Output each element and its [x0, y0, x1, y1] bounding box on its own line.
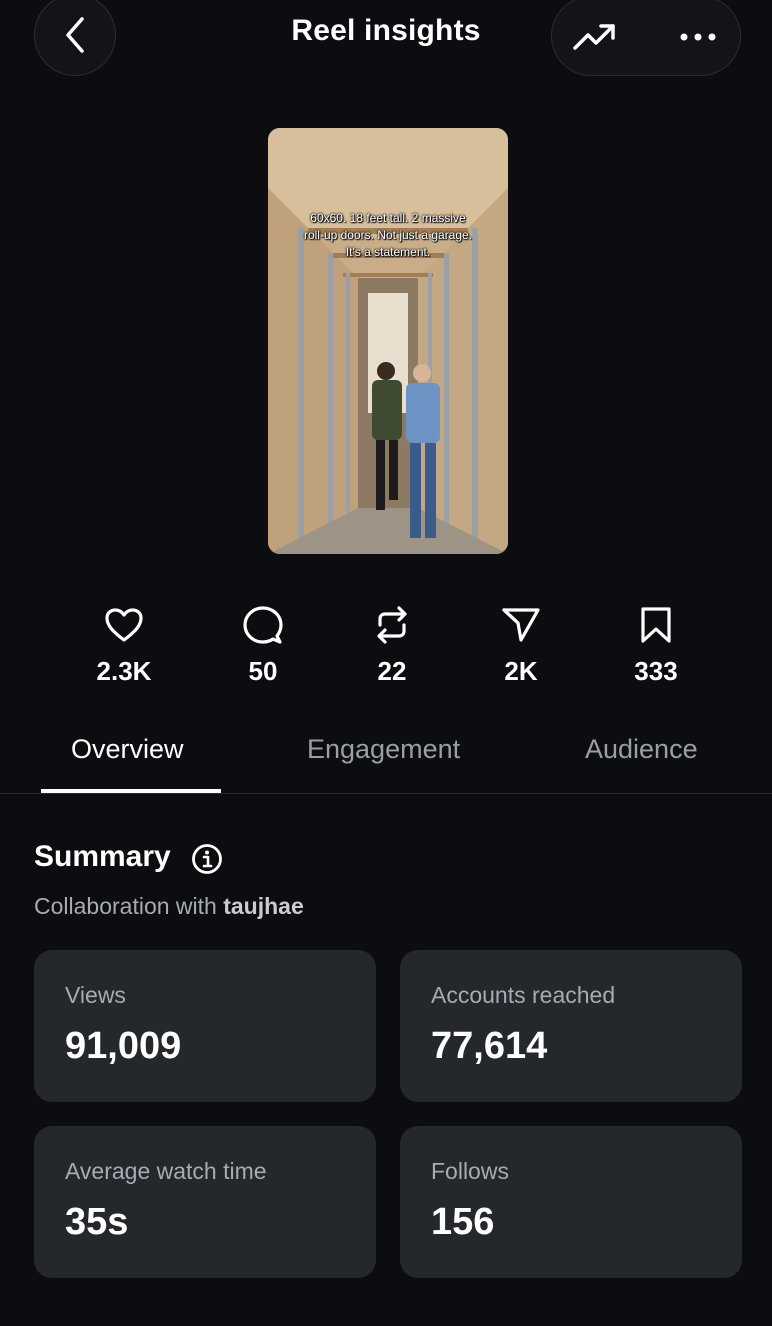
reel-caption-line: It's a statement. [345, 245, 431, 259]
metric-card-follows[interactable]: Follows 156 [400, 1126, 742, 1278]
reel-thumbnail[interactable]: 60x60. 18 feet tall. 2 massive roll-up d… [268, 128, 508, 554]
likes-count: 2.3K [96, 656, 152, 686]
metric-value: 77,614 [431, 1025, 548, 1067]
reel-caption-line: roll-up doors. Not just a garage. [303, 228, 473, 242]
reposts-count: 22 [377, 656, 407, 686]
likes-stat[interactable]: 2.3K [69, 600, 179, 687]
bookmark-icon [641, 607, 671, 643]
info-icon[interactable] [191, 843, 223, 875]
metric-label: Accounts reached [431, 982, 616, 1008]
collaboration-text: Collaboration with taujhae [34, 893, 304, 920]
collaborator-username[interactable]: taujhae [223, 893, 304, 919]
top-bar: Reel insights [0, 0, 772, 90]
reposts-stat[interactable]: 22 [337, 600, 447, 687]
reel-caption-line: 60x60. 18 feet tall. 2 massive [310, 211, 466, 225]
share-icon [502, 608, 540, 642]
metric-card-views[interactable]: Views 91,009 [34, 950, 376, 1102]
engagement-stats: 2.3K 50 22 2K 333 [0, 600, 772, 700]
reel-thumbnail-image [268, 128, 508, 554]
insights-tabs: Overview Engagement Audience [0, 720, 772, 794]
shares-count: 2K [504, 656, 538, 686]
collaboration-prefix: Collaboration with [34, 893, 217, 919]
tab-overview[interactable]: Overview [71, 734, 184, 765]
comment-icon [243, 606, 283, 644]
tab-audience[interactable]: Audience [585, 734, 698, 765]
comments-count: 50 [248, 656, 278, 686]
saves-stat[interactable]: 333 [601, 600, 711, 687]
trending-button[interactable] [573, 15, 617, 59]
header-actions [551, 0, 741, 76]
metric-value: 91,009 [65, 1025, 182, 1067]
metric-card-average-watch-time[interactable]: Average watch time 35s [34, 1126, 376, 1278]
heart-icon [105, 608, 143, 642]
metric-label: Follows [431, 1158, 509, 1184]
summary-title: Summary [34, 840, 171, 873]
saves-count: 333 [634, 656, 678, 686]
metric-card-accounts-reached[interactable]: Accounts reached 77,614 [400, 950, 742, 1102]
metric-label: Views [65, 982, 126, 1008]
repost-icon [377, 606, 407, 644]
more-horizontal-icon [680, 33, 716, 41]
active-tab-indicator [41, 789, 221, 793]
comments-stat[interactable]: 50 [208, 600, 318, 687]
metric-label: Average watch time [65, 1158, 267, 1184]
trending-up-icon [573, 24, 615, 50]
shares-stat[interactable]: 2K [466, 600, 576, 687]
metric-value: 35s [65, 1201, 129, 1243]
tab-engagement[interactable]: Engagement [307, 734, 460, 765]
more-button[interactable] [676, 15, 720, 59]
reel-caption: 60x60. 18 feet tall. 2 massive roll-up d… [268, 210, 508, 261]
metric-value: 156 [431, 1201, 495, 1243]
